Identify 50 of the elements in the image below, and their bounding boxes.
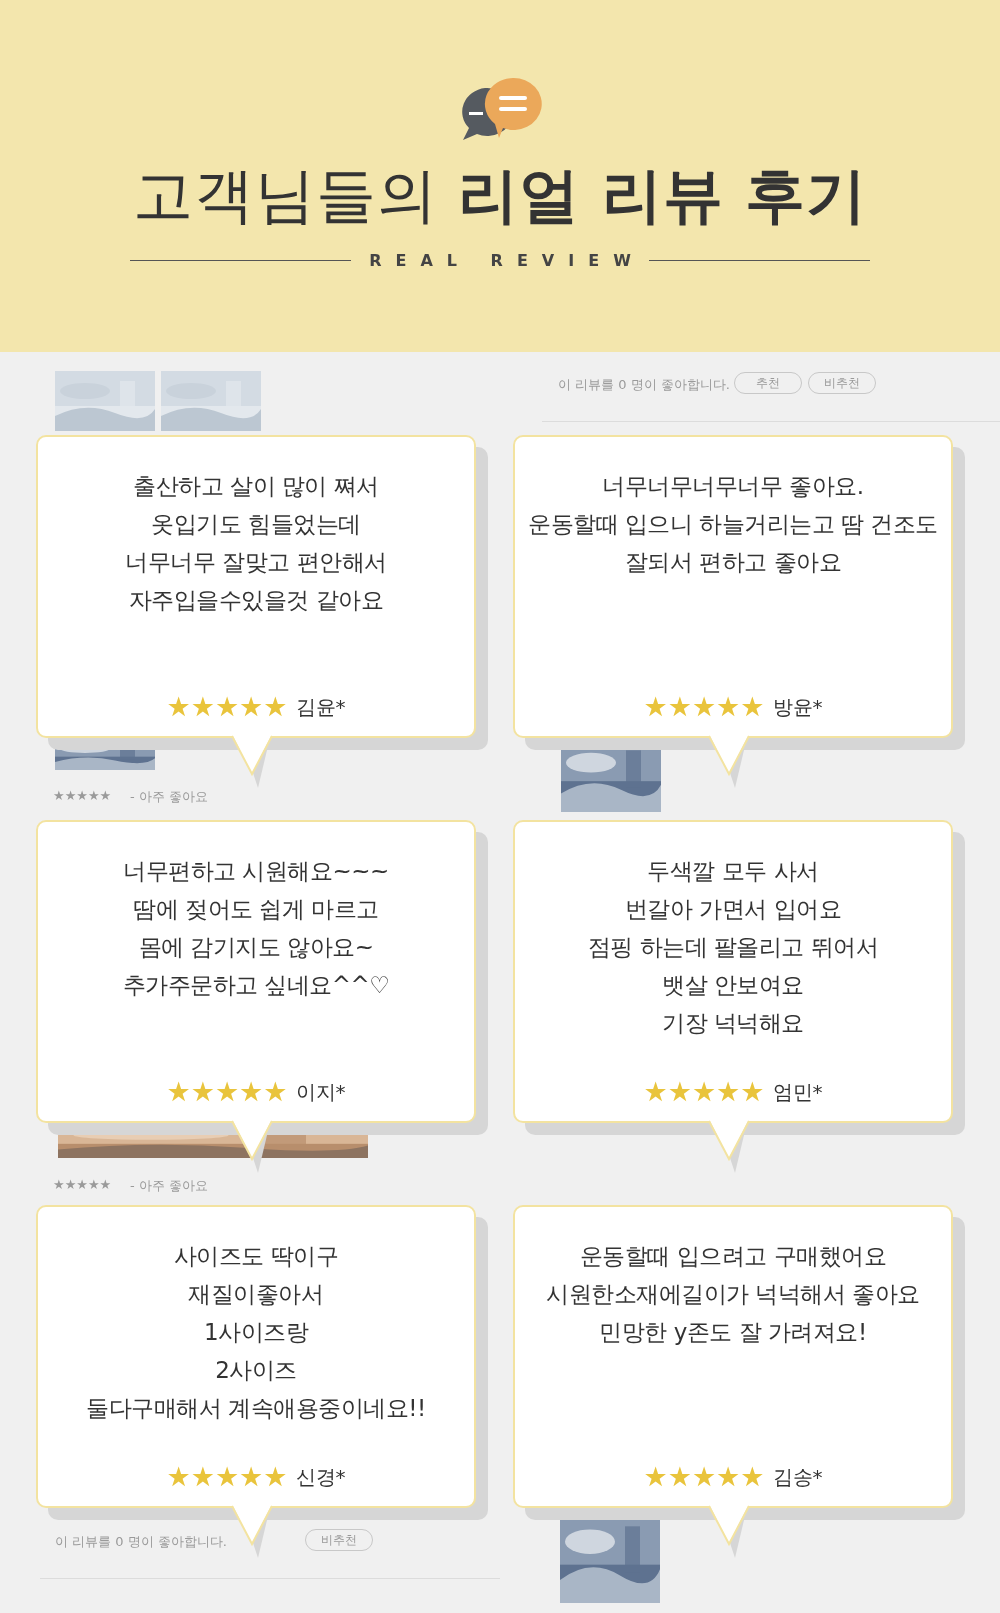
reviewer-name: 김윤* [295,693,346,721]
review-text: 사이즈도 딱이구 재질이좋아서 1사이즈랑 2사이즈 둘다구매해서 계속애용중이네요!! [86,1242,426,1423]
star-icon: ★ [166,1462,191,1492]
reviewer-name: 이지* [295,1078,346,1106]
rating-comment: - 아주 좋아요 [130,1177,208,1195]
likes-text: 이 리뷰를 0 명이 좋아합니다. [55,1533,227,1551]
star-icon: ★ [190,1077,215,1107]
review-text: 운동할때 입으려고 구매했어요 시원한소재에길이가 넉넉해서 좋아요 민망한 y존도 잘 가려져요! [546,1242,920,1347]
star-icon: ★ [214,1462,240,1492]
star-icon: ★ [740,1077,765,1107]
star-icon: ★ [691,1462,717,1492]
likes-text: 이 리뷰를 0 명이 좋아합니다. [558,376,730,394]
page-title: 고객님들의 리얼 리뷰 후기 [132,159,868,232]
review-text: 너무너무너무너무 좋아요. 운동할때 입으니 하늘거리는고 땀 건조도 잘되서 편하고 좋아요 [528,472,938,577]
rating-comment: - 아주 좋아요 [130,788,208,806]
star-icon: ★ [740,692,765,722]
star-icon: ★ [263,692,288,722]
star-icon: ★ [214,692,240,722]
star-icon: ★ [166,692,191,722]
star-icon: ★ [716,1077,741,1107]
reviewer-name: 신경* [295,1463,346,1491]
rating-stars: ★★★★★ [53,1177,112,1192]
star-icon: ★ [239,1462,264,1492]
star-icon: ★ [667,692,692,722]
star-icon: ★ [716,1462,741,1492]
star-icon: ★ [643,692,668,722]
star-icon: ★ [667,1462,692,1492]
review-text: 너무편하고 시원해요~~~ 땀에 젖어도 쉽게 마르고 몸에 감기지도 않아요~ 추가주문하고 싶네요^^♡ [122,857,390,1000]
star-icon: ★ [190,692,215,722]
review-text: 출산하고 살이 많이 쪄서 옷입기도 힘들었는데 너무너무 잘맞고 편안해서 자주입을수있을것 같아요 [125,472,387,615]
star-icon: ★ [263,1462,288,1492]
reviewer-name: 엄민* [772,1078,823,1106]
review-text: 두색깔 모두 사서 번갈아 가면서 입어요 점핑 하는데 팔올리고 뛰어서 뱃살 안보여요 기장 넉넉해요 [587,857,879,1038]
star-icon: ★ [691,692,717,722]
star-icon: ★ [239,692,264,722]
star-icon: ★ [263,1077,288,1107]
subtitle: REAL REVIEW [369,251,645,270]
star-icon: ★ [190,1462,215,1492]
star-icon: ★ [691,1077,717,1107]
star-icon: ★ [239,1077,264,1107]
star-icon: ★ [667,1077,692,1107]
star-icon: ★ [643,1462,668,1492]
star-icon: ★ [740,1462,765,1492]
star-icon: ★ [643,1077,668,1107]
reviewer-name: 방윤* [772,693,823,721]
reviewer-name: 김송* [772,1463,823,1491]
star-icon: ★ [214,1077,240,1107]
rating-stars: ★★★★★ [53,788,112,803]
star-icon: ★ [716,692,741,722]
star-icon: ★ [166,1077,191,1107]
